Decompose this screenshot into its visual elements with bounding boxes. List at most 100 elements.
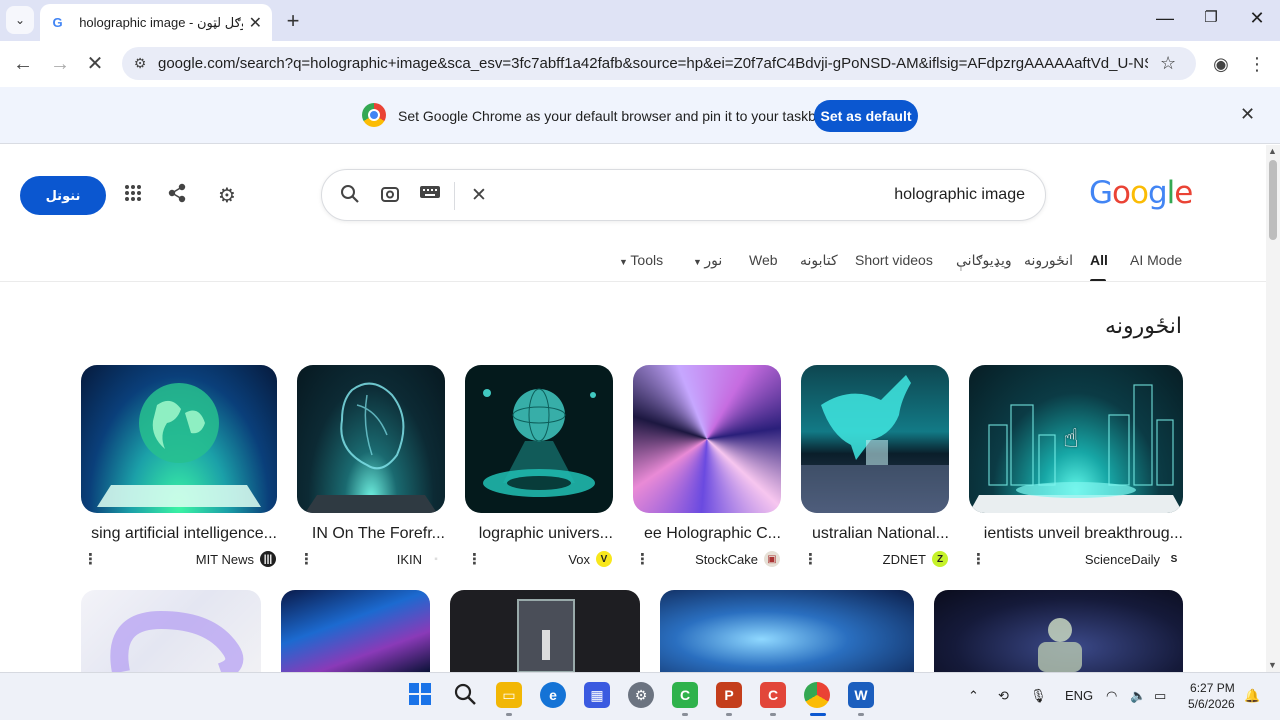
result-thumbnail[interactable] <box>297 365 445 513</box>
result-title[interactable]: IN On The Forefr... <box>297 525 445 543</box>
tab-tools[interactable]: ▼ Tools <box>619 252 663 268</box>
settings-app-icon[interactable]: ⚙ <box>628 682 654 708</box>
result-thumbnail[interactable] <box>81 590 261 672</box>
new-tab-button[interactable]: + <box>282 8 304 34</box>
restore-button[interactable]: ❐ <box>1199 8 1223 26</box>
result-more-options-icon[interactable]: ⋮ <box>803 550 818 568</box>
word-icon[interactable]: W <box>848 682 874 708</box>
stop-loading-button[interactable]: ✕ <box>82 51 108 77</box>
profile-icon[interactable]: ◉ <box>1208 51 1234 77</box>
google-logo-letter: g <box>1147 175 1168 211</box>
scrollbar-thumb[interactable] <box>1269 160 1277 240</box>
result-title[interactable]: ee Holographic C... <box>633 525 781 543</box>
result-source[interactable]: ScienceDaily S <box>990 551 1182 567</box>
scroll-up-arrow-icon[interactable]: ▲ <box>1268 146 1277 156</box>
infobar-close-icon[interactable]: ✕ <box>1240 104 1255 125</box>
source-name: IKIN <box>396 551 422 567</box>
tab-search-button[interactable]: ⌄ <box>6 6 34 34</box>
result-title[interactable]: ientists unveil breakthroug... <box>969 525 1183 543</box>
powerpoint-icon[interactable]: P <box>716 682 742 708</box>
nav-divider <box>0 281 1266 282</box>
result-title[interactable]: lographic univers... <box>465 525 613 543</box>
apps-grid-icon[interactable] <box>120 183 146 209</box>
forward-button[interactable]: → <box>47 51 73 77</box>
result-thumbnail[interactable] <box>633 365 781 513</box>
language-indicator[interactable]: ENG <box>1065 688 1093 703</box>
result-thumbnail[interactable] <box>801 365 949 513</box>
taskbar-clock[interactable]: 6:27 PM 5/6/2026 <box>1188 680 1235 712</box>
chrome-taskbar-icon[interactable] <box>804 682 830 708</box>
chrome-menu-icon[interactable]: ⋮ <box>1244 51 1270 77</box>
chevron-down-icon: ▼ <box>693 257 705 267</box>
search-query-text[interactable]: holographic image <box>894 186 1025 204</box>
window-close-button[interactable]: ✕ <box>1245 8 1269 29</box>
edge-browser-icon[interactable]: e <box>540 682 566 708</box>
tab-short-videos[interactable]: Short videos <box>855 252 933 268</box>
result-thumbnail[interactable] <box>934 590 1183 672</box>
tab-web[interactable]: Web <box>749 252 778 268</box>
clock-date: 5/6/2026 <box>1188 697 1235 711</box>
google-logo-letter: e <box>1174 175 1193 211</box>
search-divider <box>454 182 455 210</box>
minimize-button[interactable]: — <box>1153 8 1177 29</box>
result-source[interactable]: StockCake ▣ <box>654 551 780 567</box>
taskbar-search-icon[interactable] <box>452 682 478 708</box>
file-explorer-icon[interactable]: ▭ <box>496 682 522 708</box>
tab-more[interactable]: ▼ نور <box>693 252 722 269</box>
tab-ai-mode[interactable]: AI Mode <box>1130 252 1182 268</box>
camtasia-red-icon[interactable]: C <box>760 682 786 708</box>
search-icon[interactable] <box>338 184 362 210</box>
tab-books[interactable]: کتابونه <box>800 252 838 269</box>
result-more-options-icon[interactable]: ⋮ <box>971 550 986 568</box>
result-source[interactable]: Vox V <box>486 551 612 567</box>
browser-tab[interactable]: G holographic image - ګووګل لټون ✕ <box>40 4 272 41</box>
settings-gear-icon[interactable]: ⚙ <box>214 183 240 209</box>
keyboard-icon[interactable] <box>418 184 442 206</box>
vox-logo-icon: V <box>596 551 612 567</box>
source-name: ZDNET <box>882 551 926 567</box>
tab-all[interactable]: All <box>1090 252 1108 268</box>
result-more-options-icon[interactable]: ⋮ <box>83 550 98 568</box>
sync-icon[interactable]: ⟲ <box>998 688 1009 704</box>
result-thumbnail[interactable] <box>465 365 613 513</box>
notification-bell-icon[interactable]: 🔔 <box>1244 688 1260 704</box>
set-as-default-button[interactable]: Set as default <box>814 100 918 132</box>
result-thumbnail[interactable] <box>450 590 640 672</box>
result-thumbnail[interactable] <box>81 365 277 513</box>
result-thumbnail[interactable] <box>281 590 430 672</box>
result-source[interactable]: ZDNET Z <box>822 551 948 567</box>
result-thumbnail[interactable] <box>660 590 914 672</box>
result-source[interactable]: MIT News ||| <box>102 551 276 567</box>
url-text[interactable]: google.com/search?q=holographic+image&sc… <box>158 55 1148 72</box>
result-more-options-icon[interactable]: ⋮ <box>299 550 314 568</box>
bookmark-star-icon[interactable]: ☆ <box>1160 53 1176 74</box>
result-source[interactable]: IKIN ▪ <box>318 551 444 567</box>
result-title[interactable]: ustralian National... <box>801 525 949 543</box>
wifi-icon[interactable]: ◠ <box>1106 688 1117 704</box>
battery-icon[interactable]: ▭ <box>1154 688 1166 704</box>
microsoft-store-icon[interactable]: ▦ <box>584 682 610 708</box>
source-name: ScienceDaily <box>1084 551 1160 567</box>
volume-icon[interactable]: 🔈 <box>1130 688 1146 704</box>
tab-images[interactable]: انځورونه <box>1024 252 1073 269</box>
result-more-options-icon[interactable]: ⋮ <box>635 550 650 568</box>
share-icon[interactable] <box>164 183 190 209</box>
scroll-down-arrow-icon[interactable]: ▼ <box>1268 660 1277 670</box>
clear-search-icon[interactable]: ✕ <box>467 184 491 207</box>
lens-camera-icon[interactable] <box>378 184 402 210</box>
back-button[interactable]: ← <box>10 51 36 77</box>
site-info-icon[interactable]: ⚙ <box>122 55 158 72</box>
result-more-options-icon[interactable]: ⋮ <box>467 550 482 568</box>
search-box[interactable]: ✕ holographic image <box>321 169 1046 221</box>
microphone-icon[interactable]: 🎙 <box>1030 688 1047 704</box>
tab-close-icon[interactable]: ✕ <box>249 13 262 33</box>
address-bar[interactable]: ⚙ google.com/search?q=holographic+image&… <box>122 47 1196 80</box>
tab-more-label: نور <box>704 252 723 268</box>
tab-videos[interactable]: ویډیوګانې <box>956 252 1012 269</box>
camtasia-green-icon[interactable]: C <box>672 682 698 708</box>
show-hidden-icons-chevron-icon[interactable]: ⌃ <box>968 688 979 704</box>
sign-in-button[interactable]: ننوتل <box>20 176 106 215</box>
google-logo[interactable]: Google <box>1089 175 1193 211</box>
result-title[interactable]: sing artificial intelligence... <box>81 525 277 543</box>
windows-start-icon[interactable] <box>407 682 433 708</box>
